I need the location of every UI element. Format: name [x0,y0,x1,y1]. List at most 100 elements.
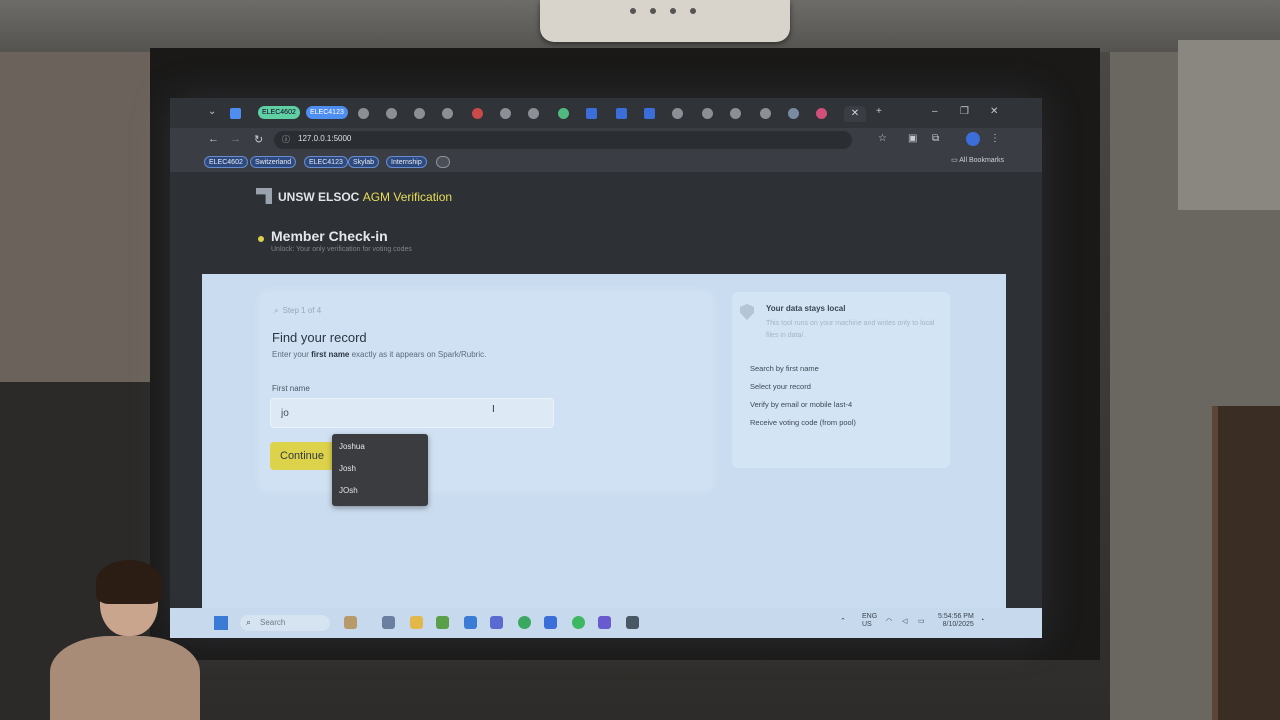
notification-bell-icon[interactable]: ◔ [980,617,984,624]
shield-icon [740,304,754,320]
first-name-input[interactable] [270,398,554,428]
steps-list-item: Search by first name [750,364,819,373]
language-indicator[interactable]: ENG US [862,613,877,629]
bookmark-star-icon[interactable]: ☆ [878,133,887,144]
tray-chevron-icon[interactable]: ⌃ [840,617,846,625]
reload-icon[interactable]: ↻ [254,133,263,146]
taskbar-app-icon[interactable] [382,616,395,629]
room-scene: ⌄ ELEC4602 ELEC4123 ✕ + – ❐ ✕ ← → ↻ ⓘ 12… [0,0,1280,720]
tab-icon[interactable] [442,108,453,119]
suggestion-item[interactable]: Josh [332,462,428,484]
address-bar-row: ← → ↻ ⓘ 127.0.0.1:5000 ☆ ▣ ⧉ ⋮ [170,128,1042,152]
wifi-icon[interactable]: ◠ [886,617,892,625]
taskbar-app-icon[interactable] [464,616,477,629]
first-name-label: First name [272,384,310,393]
taskbar-app-icon[interactable] [436,616,449,629]
volume-icon[interactable]: ◁ [902,617,907,625]
whatsapp-icon[interactable] [572,616,585,629]
taskbar-search[interactable]: ⌕ Search [240,615,330,631]
teams-icon[interactable] [598,616,611,629]
apps-grid-icon[interactable] [436,156,450,168]
window-close-icon[interactable]: ✕ [990,106,998,117]
windows-start-icon[interactable] [214,616,228,630]
tab-icon[interactable] [702,108,713,119]
tab-search-icon[interactable]: ⌄ [208,106,216,117]
tab-icon[interactable] [500,108,511,119]
tab-icon[interactable] [644,108,655,119]
tab-icon[interactable] [358,108,369,119]
close-tab-icon[interactable]: ✕ [844,106,866,122]
all-bookmarks-link[interactable]: ▭ All Bookmarks [951,156,1004,164]
text-cursor-icon: I [492,404,495,415]
autocomplete-dropdown: Joshua Josh JOsh [332,434,428,506]
card-heading: Find your record [272,330,367,345]
file-explorer-icon[interactable] [410,616,423,629]
person-body [50,636,200,720]
back-icon[interactable]: ← [208,133,219,145]
widgets-icon[interactable] [344,616,357,629]
taskbar-app-icon[interactable] [490,616,503,629]
tab-icon[interactable] [414,108,425,119]
steps-list: Search by first name Select your record … [750,364,856,436]
tab-icon[interactable] [472,108,483,119]
continue-button[interactable]: Continue [270,442,340,470]
restore-icon[interactable]: ❐ [960,106,969,117]
profile-avatar[interactable] [966,132,980,146]
person-hair [96,560,162,604]
app-page: UNSW ELSOC AGM Verification Member Check… [170,172,1042,622]
page-subtitle: Unlock: Your only verification for votin… [271,246,412,253]
suggestion-item[interactable]: Joshua [332,440,428,462]
steps-list-item: Verify by email or mobile last-4 [750,400,853,409]
tab-group-pill[interactable]: ELEC4123 [306,106,348,119]
card-hint: Enter your first name exactly as it appe… [272,350,487,359]
puzzle-icon[interactable]: ⧉ [932,133,939,144]
brand-accent: AGM Verification [362,190,453,204]
site-info-icon[interactable]: ⓘ [282,134,290,145]
windows-taskbar: ⌕ Search ⌃ ENG US ◠ ◁ ▭ 5:54:56 PM 8/10/202… [170,608,1042,638]
aside-title: Your data stays local [766,304,846,313]
tab-icon[interactable] [760,108,771,119]
extension-icon[interactable]: ▣ [908,133,917,144]
steps-list-item: Select your record [750,382,811,391]
search-icon: ⌕ [274,306,279,315]
presenter-person [44,560,204,720]
tab-word-icon[interactable] [616,108,627,119]
steps-list-item: Receive voting code (from pool) [750,418,856,427]
spotify-icon[interactable] [518,616,531,629]
tab-icon[interactable] [558,108,569,119]
tab-group-pill[interactable]: ELEC4602 [258,106,300,119]
right-wall-panel [1178,40,1280,210]
forward-icon[interactable]: → [230,133,241,145]
aside-description: This tool runs on your machine and write… [766,320,935,339]
door [1212,406,1280,720]
bookmarks-bar: ELEC4602 Switzerland ELEC4123 Skylab Int… [170,152,1042,172]
tab-icon[interactable] [586,108,597,119]
bookmark-item[interactable]: Switzerland [250,156,297,168]
bookmark-item[interactable]: Skylab [348,156,380,168]
battery-icon[interactable]: ▭ [918,617,925,625]
bookmark-item[interactable]: ELEC4602 [204,156,248,168]
projector [540,0,790,42]
status-dot [258,236,264,242]
browser-tab-strip: ⌄ ELEC4602 ELEC4123 ✕ + – ❐ ✕ [170,98,1042,128]
tab-icon[interactable] [788,108,799,119]
bookmark-item[interactable]: ELEC4123 [304,156,348,168]
brand-header: UNSW ELSOC AGM Verification [256,188,452,204]
terminal-icon[interactable] [626,616,639,629]
tab-icon[interactable] [386,108,397,119]
clock[interactable]: 5:54:56 PM 8/10/2025 [938,613,974,629]
omnibox[interactable]: ⓘ 127.0.0.1:5000 [274,131,852,149]
page-title: Member Check-in [271,228,388,244]
suggestion-item[interactable]: JOsh [332,484,428,506]
tab-icon[interactable] [816,108,827,119]
new-tab-icon[interactable]: + [876,106,882,117]
tab-icon[interactable] [730,108,741,119]
tab-docs-icon[interactable] [230,108,241,119]
tab-icon[interactable] [672,108,683,119]
taskbar-app-icon[interactable] [544,616,557,629]
tab-icon[interactable] [528,108,539,119]
search-icon: ⌕ [246,617,252,627]
minimize-icon[interactable]: – [932,106,938,117]
bookmark-item[interactable]: Internship [386,156,427,168]
menu-kebab-icon[interactable]: ⋮ [990,133,1000,144]
